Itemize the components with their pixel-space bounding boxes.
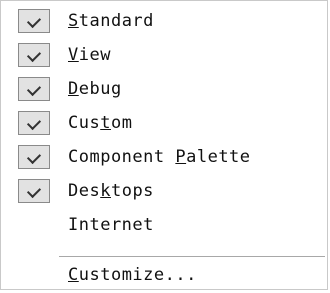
menu-item-label: Debug [68,79,122,99]
menu-item-standard[interactable]: Standard [9,5,325,39]
menu-item-component-palette[interactable]: Component Palette [9,141,325,175]
menu-item-label: View [68,45,111,65]
checkmark-icon [18,43,50,67]
menu-item-label: Desktops [68,181,154,201]
menu-item-label: Standard [68,11,154,31]
menu-item-label: Component Palette [68,147,251,167]
checkmark-icon [18,179,50,203]
checkmark-icon [18,145,50,169]
checkmark-icon [18,9,50,33]
menu-item-label: Internet [68,215,154,235]
menu-item-desktops[interactable]: Desktops [9,175,325,209]
menu-item-debug[interactable]: Debug [9,73,325,107]
checkmark-icon [18,77,50,101]
menu-item-customize[interactable]: Customize... [9,259,325,293]
menu-separator [59,256,325,258]
checkmark-icon [18,111,50,135]
menu-item-view[interactable]: View [9,39,325,73]
menu-item-internet[interactable]: Internet [9,209,325,243]
menu-item-label: Customize... [68,265,197,285]
menu-item-custom[interactable]: Custom [9,107,325,141]
menu-item-label: Custom [68,113,133,133]
toolbars-context-menu: Standard View Debug Custom Component Palette… [0,0,328,290]
